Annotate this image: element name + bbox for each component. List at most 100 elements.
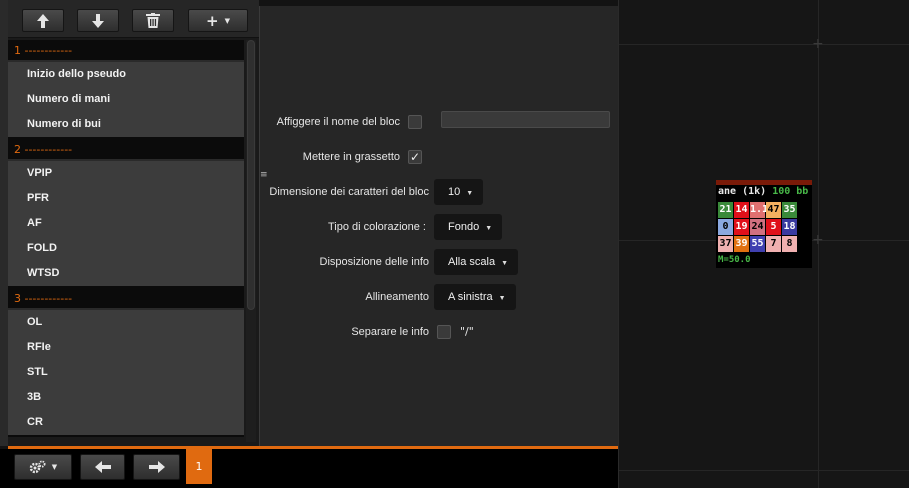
hud-stat-cell: 35 bbox=[782, 202, 797, 218]
hud-m-value: M=50.0 bbox=[718, 255, 751, 265]
chevron-down-icon: ▼ bbox=[501, 260, 509, 267]
arrow-right-icon bbox=[148, 461, 165, 473]
list-item[interactable]: 3B bbox=[8, 385, 244, 410]
hud-stat-cell: 47 bbox=[766, 202, 781, 218]
hud-stat-cell: 8 bbox=[782, 236, 797, 252]
hud-editor-window: + ▼ 1 ------------ Inizio dello pseudo N… bbox=[0, 0, 909, 488]
hud-stat-cell: 21 bbox=[718, 202, 733, 218]
hud-stat-cell: 19 bbox=[734, 219, 749, 235]
grid-cross-icon: + bbox=[812, 232, 824, 248]
grid-cross-icon: + bbox=[812, 36, 824, 52]
bold-checkbox[interactable]: ✓ bbox=[408, 150, 422, 164]
align-label: Allineamento bbox=[365, 291, 429, 303]
hud-stat-cell: 55 bbox=[750, 236, 765, 252]
arrow-down-icon bbox=[92, 13, 104, 28]
hud-stats-grid: 21 14 1.1 47 35 0 19 24 5 18 37 39 55 7 8 bbox=[718, 202, 798, 253]
bottom-toolbar: ▼ 1 bbox=[0, 449, 618, 488]
list-item[interactable]: PFR bbox=[8, 186, 244, 211]
hud-stat-cell: 37 bbox=[718, 236, 733, 252]
list-item[interactable]: Numero di bui bbox=[8, 112, 244, 137]
font-size-select[interactable]: 10 ▼ bbox=[434, 179, 484, 205]
list-item[interactable]: FOLD bbox=[8, 236, 244, 261]
scrollbar-thumb[interactable] bbox=[247, 40, 255, 310]
list-item[interactable]: WTSD bbox=[8, 261, 244, 286]
page-tab-1[interactable]: 1 bbox=[186, 449, 212, 484]
bold-row: Mettere in grassetto ✓ bbox=[260, 142, 619, 172]
font-size-row: Dimensione dei caratteri del bloc 10 ▼ bbox=[260, 177, 619, 207]
separate-label: Separare le info bbox=[351, 326, 429, 338]
list-toolbar: + ▼ bbox=[8, 0, 259, 38]
section-header[interactable]: 2 ------------ bbox=[8, 139, 244, 161]
show-name-checkbox[interactable] bbox=[408, 115, 422, 129]
hud-stat-cell: 5 bbox=[766, 219, 781, 235]
hud-title-bar bbox=[716, 180, 812, 185]
font-size-label: Dimensione dei caratteri del bloc bbox=[269, 186, 429, 198]
list-item[interactable]: VPIP bbox=[8, 161, 244, 186]
list-item[interactable]: Inizio dello pseudo bbox=[8, 62, 244, 87]
stats-list: 1 ------------ Inizio dello pseudo Numer… bbox=[8, 40, 244, 442]
chevron-down-icon: ▼ bbox=[466, 190, 474, 197]
align-row: Allineamento A sinistra ▼ bbox=[260, 282, 619, 312]
list-scrollbar[interactable] bbox=[246, 40, 256, 442]
font-size-value: 10 bbox=[448, 186, 461, 198]
hud-stat-cell: 7 bbox=[766, 236, 781, 252]
list-item[interactable]: AF bbox=[8, 211, 244, 236]
hud-name-text: ane (1k) bbox=[718, 186, 767, 197]
color-type-select[interactable]: Fondo ▼ bbox=[434, 214, 503, 240]
arrow-left-icon bbox=[94, 461, 111, 473]
hud-stat-cell: 18 bbox=[782, 219, 797, 235]
show-name-label: Affiggere il nome del bloc bbox=[276, 116, 400, 128]
grid-line bbox=[619, 470, 909, 471]
layout-row: Disposizione delle info Alla scala ▼ bbox=[260, 247, 619, 277]
delete-button[interactable] bbox=[132, 9, 174, 32]
stats-list-panel: + ▼ 1 ------------ Inizio dello pseudo N… bbox=[0, 0, 259, 446]
hud-preview[interactable]: ane (1k) 100 bb 21 14 1.1 47 35 0 19 24 5 18 37 39 5… bbox=[716, 180, 812, 268]
block-name-input[interactable] bbox=[441, 111, 610, 128]
separator-value: "/" bbox=[460, 325, 474, 338]
hud-stat-row: 0 19 24 5 18 bbox=[718, 219, 798, 235]
layout-value: Alla scala bbox=[448, 256, 496, 268]
section-header[interactable]: 1 ------------ bbox=[8, 40, 244, 62]
preview-canvas[interactable]: + + ane (1k) 100 bb 21 14 1.1 47 35 0 19 24 5 18 3… bbox=[618, 0, 909, 488]
grid-line bbox=[619, 44, 909, 45]
gears-icon bbox=[29, 460, 46, 474]
block-settings-panel: ≡ Affiggere il nome del bloc Mettere in … bbox=[259, 6, 618, 446]
hud-player-name: ane (1k) 100 bb bbox=[718, 186, 808, 197]
add-dropdown-button[interactable]: + ▼ bbox=[188, 9, 248, 32]
chevron-down-icon: ▼ bbox=[498, 295, 506, 302]
chevron-down-icon: ▼ bbox=[224, 16, 230, 25]
show-name-row: Affiggere il nome del bloc bbox=[260, 107, 619, 137]
color-type-label: Tipo di colorazione : bbox=[327, 221, 426, 233]
list-item[interactable]: CR bbox=[8, 410, 244, 435]
section-header[interactable]: 3 ------------ bbox=[8, 288, 244, 310]
layout-select[interactable]: Alla scala ▼ bbox=[434, 249, 519, 275]
hud-bb-text: 100 bb bbox=[772, 186, 809, 197]
layout-label: Disposizione delle info bbox=[319, 256, 429, 268]
section-divider bbox=[8, 435, 244, 437]
separate-row: Separare le info "/" bbox=[260, 317, 619, 347]
move-down-button[interactable] bbox=[77, 9, 119, 32]
plus-icon: + bbox=[206, 11, 219, 30]
align-select[interactable]: A sinistra ▼ bbox=[434, 284, 516, 310]
trash-icon bbox=[146, 13, 160, 28]
chevron-down-icon: ▼ bbox=[51, 463, 58, 471]
hud-stat-row: 37 39 55 7 8 bbox=[718, 236, 798, 252]
previous-button[interactable] bbox=[80, 454, 125, 480]
list-item[interactable]: RFIe bbox=[8, 335, 244, 360]
hud-stat-cell: 24 bbox=[750, 219, 765, 235]
hud-stat-cell: 39 bbox=[734, 236, 749, 252]
separate-checkbox[interactable] bbox=[437, 325, 451, 339]
hud-stat-cell: 0 bbox=[718, 219, 733, 235]
hud-stat-cell: 14 bbox=[734, 202, 749, 218]
next-button[interactable] bbox=[133, 454, 180, 480]
color-type-row: Tipo di colorazione : Fondo ▼ bbox=[260, 212, 619, 242]
list-item[interactable]: OL bbox=[8, 310, 244, 335]
move-up-button[interactable] bbox=[22, 9, 64, 32]
settings-dropdown-button[interactable]: ▼ bbox=[14, 454, 72, 480]
align-value: A sinistra bbox=[448, 291, 493, 303]
hud-stat-row: 21 14 1.1 47 35 bbox=[718, 202, 798, 218]
arrow-up-icon bbox=[37, 13, 49, 28]
hud-stat-cell: 1.1 bbox=[750, 202, 768, 218]
list-item[interactable]: Numero di mani bbox=[8, 87, 244, 112]
list-item[interactable]: STL bbox=[8, 360, 244, 385]
